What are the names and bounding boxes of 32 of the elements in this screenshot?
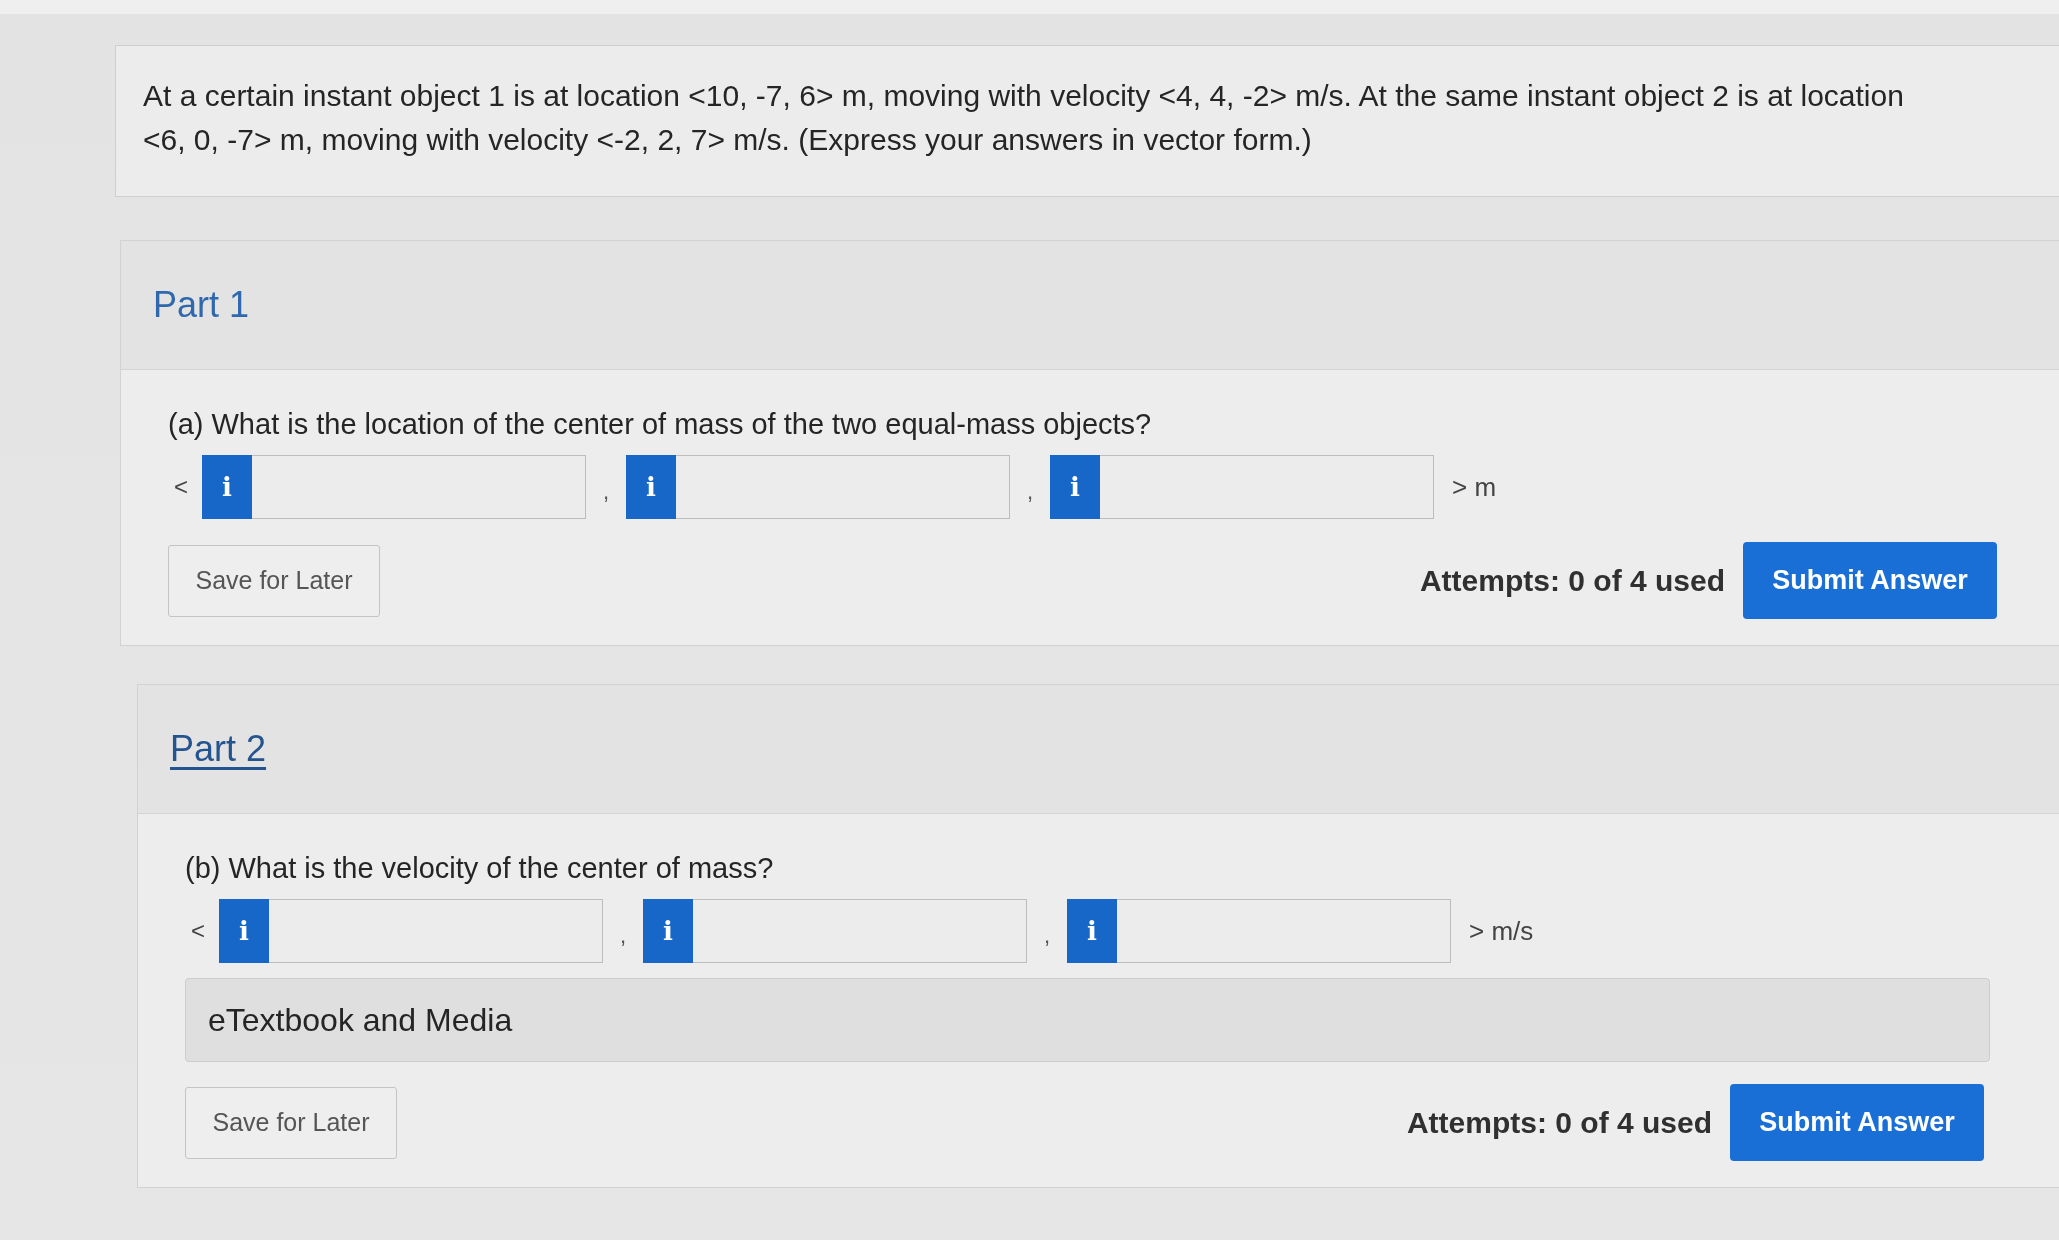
answer-field[interactable] (676, 455, 1010, 519)
part-title-link[interactable]: Part 1 (153, 284, 250, 326)
info-button[interactable]: i (1050, 455, 1100, 519)
unit-label: > m (1452, 471, 1497, 503)
separator-comma: , (618, 922, 628, 949)
open-bracket: < (190, 917, 206, 945)
problem-text: At a certain instant object 1 is at location <10, -7, 6> m, moving with velocity <4, 4, -2> m/s. At the same instant object 2 is at location <6, 0, -7> m, moving with velocity <-2, 2, 7> m/s. (Express your answers in vector form.) (143, 78, 1905, 158)
etextbook-media-bar[interactable]: eTextbook and Media (185, 978, 1990, 1062)
open-bracket: < (173, 473, 189, 501)
question-text: (b) What is the velocity of the center of mass? (185, 851, 775, 886)
separator-comma: , (601, 478, 611, 505)
info-button[interactable]: i (626, 455, 676, 519)
separator-comma: , (1042, 922, 1052, 949)
submit-answer-button[interactable]: Submit Answer (1743, 542, 1997, 619)
info-button[interactable]: i (202, 455, 252, 519)
answer-field[interactable] (693, 899, 1027, 963)
answer-field[interactable] (1100, 455, 1434, 519)
question-text: (a) What is the location of the center of mass of the two equal-mass objects? (168, 407, 1153, 442)
attempts-text: Attempts: 0 of 4 used (1406, 1105, 1712, 1140)
unit-label: > m/s (1469, 915, 1534, 947)
info-button[interactable]: i (219, 899, 269, 963)
answer-field[interactable] (252, 455, 586, 519)
info-button[interactable]: i (643, 899, 693, 963)
answer-field[interactable] (269, 899, 603, 963)
save-for-later-button[interactable]: Save for Later (168, 544, 380, 617)
info-button[interactable]: i (1067, 899, 1117, 963)
part-title-link[interactable]: Part 2 (170, 728, 267, 770)
attempts-text: Attempts: 0 of 4 used (1419, 563, 1725, 598)
submit-answer-button[interactable]: Submit Answer (1730, 1084, 1984, 1161)
save-for-later-button[interactable]: Save for Later (185, 1086, 397, 1159)
separator-comma: , (1025, 478, 1035, 505)
answer-field[interactable] (1117, 899, 1451, 963)
